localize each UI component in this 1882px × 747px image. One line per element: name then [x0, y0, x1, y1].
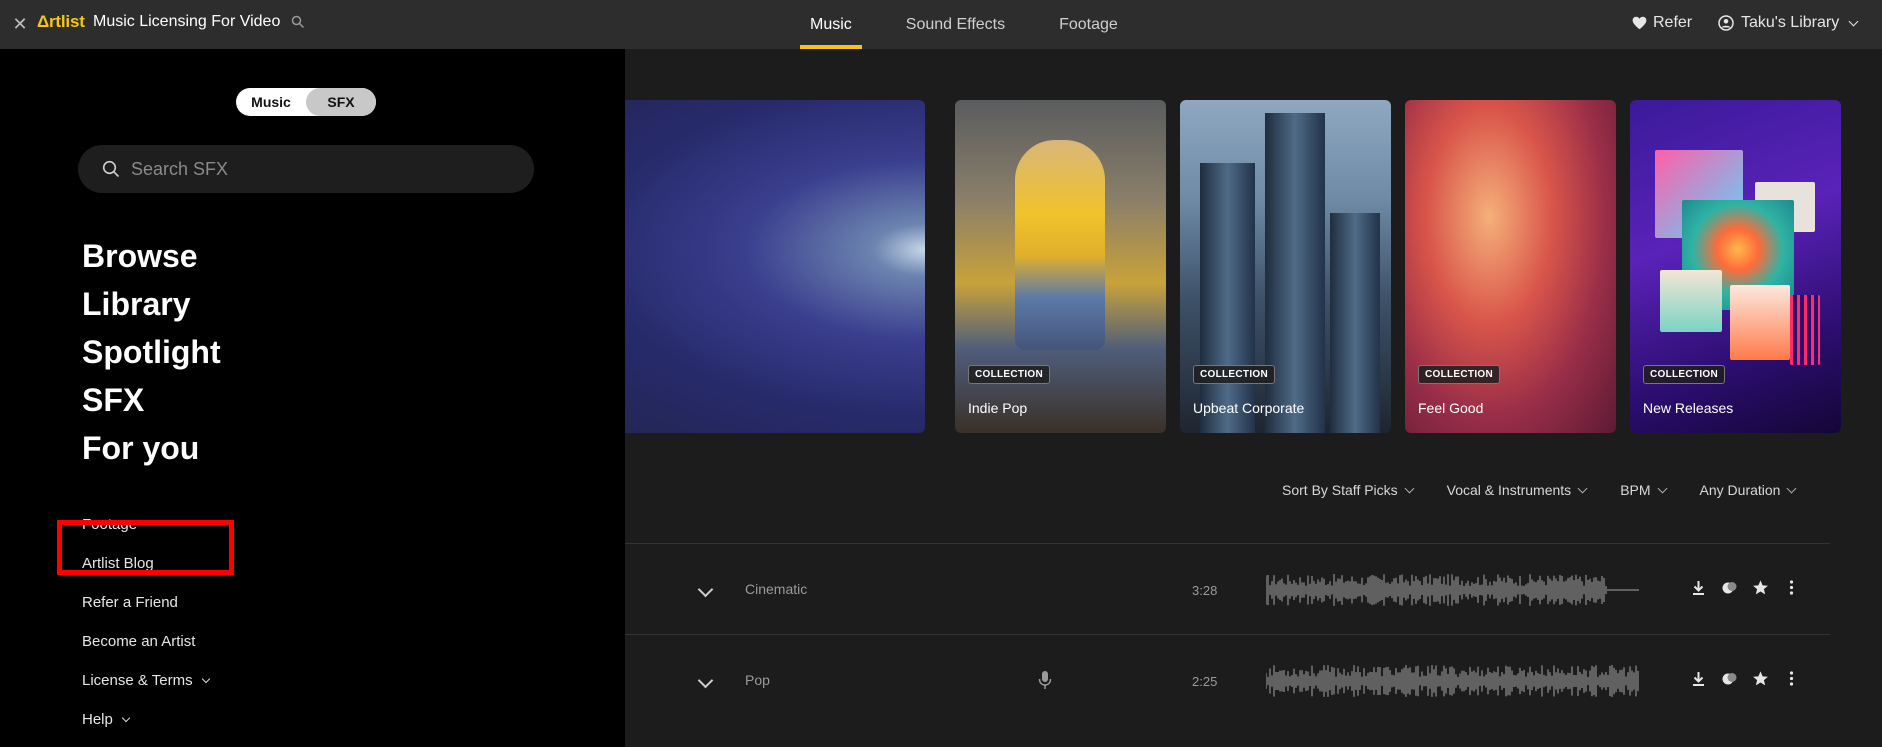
collection-image	[1265, 113, 1325, 433]
track-actions	[1690, 670, 1800, 687]
menu-item-spotlight[interactable]: Spotlight	[82, 328, 221, 376]
toggle-music[interactable]: Music	[236, 88, 306, 116]
chevron-down-icon	[1787, 483, 1797, 493]
collection-badge: COLLECTION	[968, 365, 1050, 384]
side-drawer: Music SFX Browse Library Spotlight SFX F…	[0, 49, 625, 747]
collection-card-indie-pop[interactable]: COLLECTION Indie Pop	[955, 100, 1166, 433]
chevron-down-icon	[1577, 483, 1588, 493]
sort-dropdown[interactable]: Sort By Staff Picks	[1282, 482, 1415, 498]
chevron-down-icon[interactable]	[697, 581, 714, 598]
collection-badge: COLLECTION	[1193, 365, 1275, 384]
collection-card-feel-good[interactable]: COLLECTION Feel Good	[1405, 100, 1616, 433]
chevron-down-icon	[1848, 16, 1859, 26]
menu-item-browse[interactable]: Browse	[82, 232, 221, 280]
album-art	[1790, 295, 1820, 365]
filter-bar: Sort By Staff Picks Vocal & Instruments …	[1282, 482, 1797, 498]
search-bar	[78, 145, 534, 193]
similar-tracks-icon[interactable]	[1721, 579, 1738, 596]
more-options-icon[interactable]	[1783, 670, 1800, 687]
chevron-down-icon	[121, 713, 131, 723]
menu-item-help[interactable]: Help	[82, 700, 209, 739]
menu-item-label: Refer a Friend	[82, 594, 178, 611]
collection-badge: COLLECTION	[1418, 365, 1500, 384]
collection-title: New Releases	[1643, 400, 1734, 416]
artlist-logo[interactable]: Δrtlist	[37, 12, 85, 32]
filter-label: BPM	[1620, 482, 1651, 498]
primary-menu: Browse Library Spotlight SFX For you	[82, 232, 221, 472]
microphone-icon	[1038, 671, 1052, 689]
search-input[interactable]	[131, 145, 511, 193]
menu-item-label: Help	[82, 711, 113, 728]
refer-button[interactable]: Refer	[1632, 14, 1692, 32]
track-duration: 3:28	[1192, 583, 1218, 598]
chevron-down-icon	[201, 674, 210, 684]
toggle-sfx[interactable]: SFX	[306, 88, 376, 116]
bpm-dropdown[interactable]: BPM	[1620, 482, 1667, 498]
waveform[interactable]	[1266, 572, 1641, 608]
tab-sound-effects[interactable]: Sound Effects	[886, 0, 1025, 49]
collection-title: Indie Pop	[968, 400, 1028, 416]
secondary-menu: Footage Artlist Blog Refer a Friend Beco…	[82, 505, 210, 739]
search-icon[interactable]	[291, 15, 305, 29]
track-genre[interactable]: Pop	[745, 672, 770, 688]
collection-card-upbeat-corporate[interactable]: COLLECTION Upbeat Corporate	[1180, 100, 1391, 433]
collection-image	[1200, 163, 1255, 433]
filter-label: Vocal & Instruments	[1446, 482, 1572, 498]
download-icon[interactable]	[1690, 670, 1707, 687]
collection-card-new-releases[interactable]: COLLECTION New Releases	[1630, 100, 1841, 433]
menu-item-label: Become an Artist	[82, 633, 196, 650]
track-duration: 2:25	[1192, 674, 1218, 689]
chevron-down-icon	[1657, 483, 1667, 493]
heart-icon	[1632, 16, 1647, 30]
close-icon[interactable]: ✕	[10, 14, 30, 34]
search-icon	[102, 160, 120, 178]
star-icon[interactable]	[1752, 670, 1769, 687]
filter-label: Any Duration	[1699, 482, 1781, 498]
waveform[interactable]	[1266, 663, 1641, 699]
vocal-instruments-dropdown[interactable]: Vocal & Instruments	[1446, 482, 1588, 498]
menu-item-label: Footage	[82, 516, 138, 533]
album-art	[1660, 270, 1722, 332]
filter-label: Sort By Staff Picks	[1282, 482, 1398, 498]
track-row[interactable]: Cinematic 3:28	[624, 543, 1830, 634]
user-icon	[1718, 15, 1734, 31]
menu-item-for-you[interactable]: For you	[82, 424, 221, 472]
account-menu[interactable]: Taku's Library	[1718, 14, 1859, 32]
tab-footage[interactable]: Footage	[1039, 0, 1138, 49]
menu-item-library[interactable]: Library	[82, 280, 221, 328]
main-nav-tabs: Music Sound Effects Footage	[790, 0, 1152, 49]
star-icon[interactable]	[1752, 579, 1769, 596]
menu-item-label: Artlist Blog	[82, 555, 154, 572]
account-label: Taku's Library	[1741, 14, 1840, 31]
more-options-icon[interactable]	[1783, 579, 1800, 596]
menu-item-label: License & Terms	[82, 672, 193, 689]
track-genre[interactable]: Cinematic	[745, 581, 807, 597]
chevron-down-icon	[1404, 483, 1415, 493]
menu-item-become-an-artist[interactable]: Become an Artist	[82, 622, 209, 661]
collection-image	[1015, 140, 1105, 350]
similar-tracks-icon[interactable]	[1721, 670, 1738, 687]
menu-item-artlist-blog[interactable]: Artlist Blog	[82, 544, 209, 583]
menu-item-refer-a-friend[interactable]: Refer a Friend	[82, 583, 209, 622]
tab-music[interactable]: Music	[790, 0, 872, 49]
site-title: Music Licensing For Video	[93, 13, 281, 30]
refer-label: Refer	[1653, 14, 1693, 31]
duration-dropdown[interactable]: Any Duration	[1699, 482, 1797, 498]
collection-title: Feel Good	[1418, 400, 1484, 416]
menu-item-footage[interactable]: Footage	[82, 505, 209, 544]
track-actions	[1690, 579, 1800, 596]
menu-item-sfx[interactable]: SFX	[82, 376, 221, 424]
top-bar: ✕ Δrtlist Music Licensing For Video Musi…	[0, 0, 1882, 49]
download-icon[interactable]	[1690, 579, 1707, 596]
music-sfx-toggle: Music SFX	[236, 88, 376, 116]
collection-image	[1330, 213, 1380, 433]
album-art	[1730, 285, 1790, 360]
track-row[interactable]: Pop 2:25	[624, 634, 1830, 725]
collection-title: Upbeat Corporate	[1193, 400, 1305, 416]
collection-badge: COLLECTION	[1643, 365, 1725, 384]
menu-item-license-terms[interactable]: License & Terms	[82, 661, 210, 700]
chevron-down-icon[interactable]	[697, 672, 714, 689]
